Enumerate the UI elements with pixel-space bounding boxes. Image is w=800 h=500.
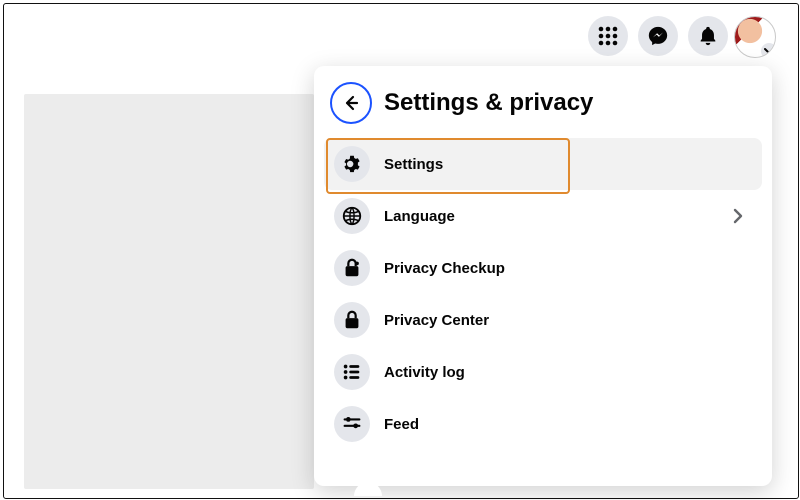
chevron-down-icon [764,46,774,56]
grid-icon [598,26,618,46]
lock-icon [334,302,370,338]
arrow-left-icon [341,93,361,113]
settings-privacy-dropdown: Settings & privacy Settings Language [314,66,772,486]
notifications-button[interactable] [688,16,728,56]
dropdown-header: Settings & privacy [324,80,762,138]
menu-item-label: Privacy Checkup [384,260,505,277]
lock-heart-icon [334,250,370,286]
menu-item-privacy-center[interactable]: Privacy Center [324,294,762,346]
menu-item-label: Privacy Center [384,312,489,329]
messenger-icon [647,25,669,47]
left-sidebar-placeholder [24,94,314,489]
dropdown-title: Settings & privacy [384,89,593,117]
bell-icon [697,25,719,47]
avatar-chevron [761,43,776,58]
menu-item-label: Activity log [384,364,465,381]
dropdown-menu: Settings Language Privacy Checkup [324,138,762,450]
apps-menu-button[interactable] [588,16,628,56]
menu-item-label: Language [384,208,455,225]
app-frame: Settings & privacy Settings Language [3,3,799,499]
menu-item-language[interactable]: Language [324,190,762,242]
list-icon [334,354,370,390]
account-avatar-button[interactable] [734,16,776,58]
menu-item-privacy-checkup[interactable]: Privacy Checkup [324,242,762,294]
sliders-icon [334,406,370,442]
menu-item-settings[interactable]: Settings [324,138,762,190]
chevron-right-icon [728,206,748,226]
gear-icon [334,146,370,182]
menu-item-label: Feed [384,416,419,433]
menu-item-label: Settings [384,156,443,173]
menu-item-activity-log[interactable]: Activity log [324,346,762,398]
header-icon-bar [588,16,728,56]
messenger-button[interactable] [638,16,678,56]
globe-icon [334,198,370,234]
back-button[interactable] [330,82,372,124]
menu-item-feed[interactable]: Feed [324,398,762,450]
